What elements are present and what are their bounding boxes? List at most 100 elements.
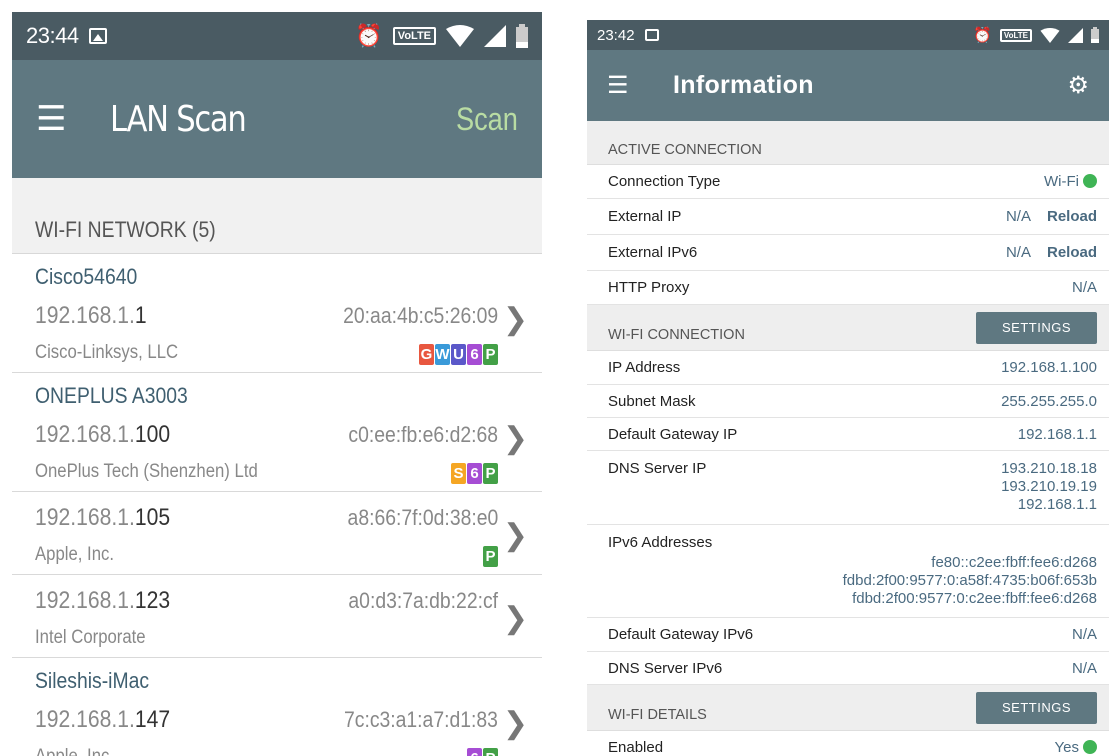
row-default-gateway-ipv6: Default Gateway IPv6 N/A bbox=[587, 618, 1109, 652]
section-title: WI-FI DETAILS bbox=[608, 706, 707, 723]
row-value: 192.168.1.100 bbox=[1001, 359, 1097, 376]
device-ip: 192.168.1.147 bbox=[35, 706, 171, 733]
device-mac: 20:aa:4b:c5:26:09 bbox=[342, 303, 498, 328]
device-ip: 192.168.1.100 bbox=[35, 421, 171, 448]
image-notification-icon bbox=[88, 28, 107, 44]
row-external-ipv6: External IPv6 N/A Reload bbox=[587, 235, 1109, 271]
device-badge: S bbox=[451, 462, 466, 484]
device-badges: 6P bbox=[467, 747, 498, 756]
battery-icon bbox=[516, 24, 528, 48]
chevron-right-icon: ❯ bbox=[502, 303, 528, 336]
menu-icon[interactable]: ☰ bbox=[607, 71, 647, 100]
device-vendor: Apple, Inc. bbox=[35, 544, 115, 565]
row-label: IP Address bbox=[608, 359, 681, 376]
row-ipv6-addresses: IPv6 Addresses fe80::c2ee:fbff:fee6:d268… bbox=[587, 525, 1109, 618]
chevron-right-icon: ❯ bbox=[502, 602, 528, 635]
row-connection-type: Connection Type Wi-Fi bbox=[587, 165, 1109, 199]
row-value: N/A Reload bbox=[1005, 208, 1097, 225]
section-header: WI-FI NETWORK (5) bbox=[12, 178, 542, 254]
device-list-item[interactable]: ONEPLUS A3003 192.168.1.100 c0:ee:fb:e6:… bbox=[12, 373, 542, 492]
row-external-ip: External IP N/A Reload bbox=[587, 199, 1109, 235]
device-list-item[interactable]: 192.168.1.123 a0:d3:7a:db:22:cf Intel Co… bbox=[12, 575, 542, 658]
device-badge: U bbox=[451, 343, 466, 365]
wifi-signal-icon bbox=[1040, 27, 1060, 43]
device-name: Sileshis-iMac bbox=[35, 668, 150, 693]
row-ip-address: IP Address 192.168.1.100 bbox=[587, 351, 1109, 385]
wifi-details-settings-button[interactable]: SETTINGS bbox=[975, 691, 1097, 724]
device-ip: 192.168.1.105 bbox=[35, 504, 171, 531]
wifi-connection-settings-button[interactable]: SETTINGS bbox=[975, 311, 1097, 344]
chevron-right-icon: ❯ bbox=[502, 519, 528, 552]
row-value: N/A bbox=[1071, 279, 1097, 296]
row-value: N/A Reload bbox=[1005, 244, 1097, 261]
device-vendor: OnePlus Tech (Shenzhen) Ltd bbox=[35, 461, 258, 482]
status-dot-icon bbox=[1083, 740, 1097, 754]
page-title: Information bbox=[673, 71, 814, 99]
row-value: Wi-Fi bbox=[1044, 173, 1097, 190]
device-badge: 6 bbox=[467, 462, 482, 484]
status-dot-icon bbox=[1083, 174, 1097, 188]
device-list-item[interactable]: 192.168.1.105 a8:66:7f:0d:38:e0 Apple, I… bbox=[12, 492, 542, 575]
row-dns-server-ipv6: DNS Server IPv6 N/A bbox=[587, 652, 1109, 685]
device-ip: 192.168.1.1 bbox=[35, 302, 147, 329]
section-active-connection: ACTIVE CONNECTION bbox=[587, 121, 1109, 165]
row-value: fe80::c2ee:fbff:fee6:d268 fdbd:2f00:9577… bbox=[842, 554, 1097, 607]
device-badge: P bbox=[483, 747, 498, 756]
row-enabled: Enabled Yes bbox=[587, 731, 1109, 756]
device-mac: a8:66:7f:0d:38:e0 bbox=[347, 505, 498, 530]
device-badge: 6 bbox=[467, 747, 482, 756]
chevron-right-icon: ❯ bbox=[502, 422, 528, 455]
row-default-gateway: Default Gateway IP 192.168.1.1 bbox=[587, 418, 1109, 451]
image-notification-icon bbox=[644, 29, 659, 41]
device-badges: S6P bbox=[451, 462, 498, 484]
wifi-signal-icon bbox=[446, 25, 474, 47]
cell-signal-icon bbox=[484, 25, 506, 47]
reload-button[interactable]: Reload bbox=[1047, 244, 1097, 261]
row-label: HTTP Proxy bbox=[608, 279, 690, 296]
row-subnet-mask: Subnet Mask 255.255.255.0 bbox=[587, 385, 1109, 418]
app-bar: ☰ Information ⚙ bbox=[587, 50, 1109, 121]
row-value: N/A bbox=[1071, 626, 1097, 643]
device-badge: G bbox=[419, 343, 434, 365]
section-title: ACTIVE CONNECTION bbox=[608, 141, 762, 158]
row-label: IPv6 Addresses bbox=[608, 534, 713, 551]
status-time: 23:44 bbox=[26, 23, 79, 48]
scan-button[interactable]: Scan bbox=[456, 101, 518, 138]
battery-icon bbox=[1091, 27, 1099, 43]
device-mac: c0:ee:fb:e6:d2:68 bbox=[348, 422, 498, 447]
device-vendor: Intel Corporate bbox=[35, 627, 146, 648]
device-list: Cisco54640 192.168.1.1 20:aa:4b:c5:26:09… bbox=[12, 254, 542, 756]
row-value: 193.210.18.18 193.210.19.19 192.168.1.1 bbox=[1001, 460, 1097, 513]
chevron-right-icon: ❯ bbox=[502, 707, 528, 740]
alarm-icon: ⏰ bbox=[973, 27, 992, 44]
status-bar: 23:42 ⏰ VoLTE bbox=[587, 20, 1109, 50]
menu-icon[interactable]: ☰ bbox=[36, 99, 84, 139]
device-badge: W bbox=[435, 343, 450, 365]
device-name: Cisco54640 bbox=[35, 264, 138, 289]
device-list-item[interactable]: Sileshis-iMac 192.168.1.147 7c:c3:a1:a7:… bbox=[12, 658, 542, 756]
status-bar: 23:44 ⏰ VoLTE bbox=[12, 12, 542, 60]
row-value: N/A bbox=[1071, 659, 1097, 677]
gear-icon[interactable]: ⚙ bbox=[1067, 71, 1089, 100]
row-http-proxy: HTTP Proxy N/A bbox=[587, 271, 1109, 305]
device-mac: a0:d3:7a:db:22:cf bbox=[348, 588, 498, 613]
device-mac: 7c:c3:a1:a7:d1:83 bbox=[344, 707, 498, 732]
section-wifi-details: WI-FI DETAILS SETTINGS bbox=[587, 685, 1109, 731]
row-label: External IP bbox=[608, 208, 682, 225]
row-label: Connection Type bbox=[608, 173, 721, 190]
cell-signal-icon bbox=[1068, 27, 1083, 43]
row-value: Yes bbox=[1055, 739, 1097, 756]
information-screen: 23:42 ⏰ VoLTE ☰ Information ⚙ ACTIVE CON… bbox=[587, 20, 1109, 756]
reload-button[interactable]: Reload bbox=[1047, 208, 1097, 225]
section-title: WI-FI NETWORK (5) bbox=[35, 217, 216, 242]
device-vendor: Apple, Inc. bbox=[35, 740, 114, 756]
row-label: Enabled bbox=[608, 739, 664, 756]
device-list-item[interactable]: Cisco54640 192.168.1.1 20:aa:4b:c5:26:09… bbox=[12, 254, 542, 373]
volte-icon: VoLTE bbox=[392, 27, 436, 45]
device-badge: P bbox=[483, 545, 498, 567]
status-time: 23:42 bbox=[597, 26, 635, 44]
device-badge: P bbox=[483, 343, 498, 365]
alarm-icon: ⏰ bbox=[355, 23, 383, 48]
row-label: Subnet Mask bbox=[608, 392, 696, 410]
device-badge: 6 bbox=[467, 343, 482, 365]
